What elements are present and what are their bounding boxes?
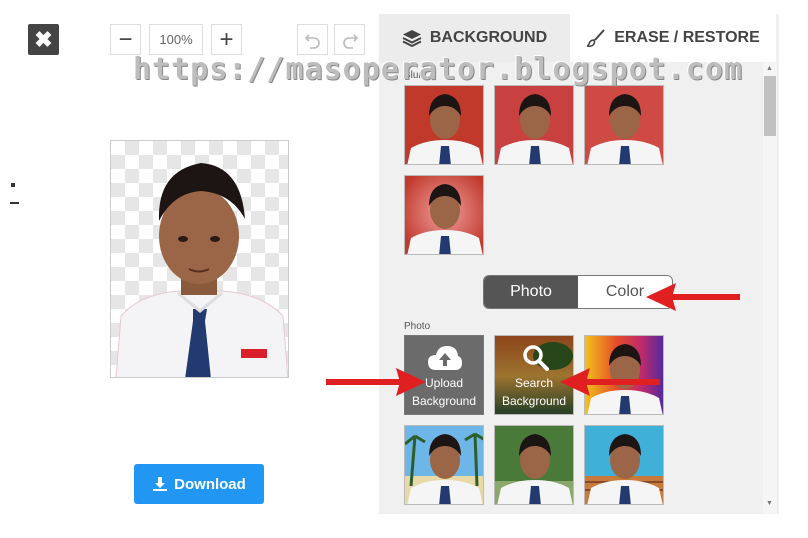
- search-icon: [523, 345, 549, 371]
- blur-photo: [405, 86, 483, 164]
- blur-thumb[interactable]: [404, 175, 484, 255]
- redo-icon: [342, 33, 358, 49]
- subject-photo: [115, 163, 288, 377]
- zoom-out-button[interactable]: −: [110, 24, 141, 55]
- photo-section-label: Photo: [404, 321, 431, 332]
- scroll-down-arrow-icon[interactable]: ▼: [766, 500, 773, 507]
- side-marker: [10, 202, 19, 204]
- download-icon: [153, 477, 168, 491]
- undo-icon: [304, 33, 320, 49]
- zoom-in-button[interactable]: +: [211, 24, 242, 55]
- undo-button[interactable]: [297, 24, 328, 55]
- background-option[interactable]: [404, 425, 484, 505]
- annotation-arrow-icon: [326, 368, 426, 396]
- tab-background-label: BACKGROUND: [429, 29, 548, 46]
- cloud-upload-icon: [428, 346, 462, 370]
- beach-background-photo: [405, 426, 483, 504]
- background-option[interactable]: [494, 425, 574, 505]
- blur-thumb[interactable]: [584, 85, 664, 165]
- zoom-level: 100%: [149, 24, 203, 55]
- blur-thumb[interactable]: [494, 85, 574, 165]
- blur-photo: [495, 86, 573, 164]
- tab-erase-label: ERASE / RESTORE: [614, 29, 760, 46]
- toggle-photo[interactable]: Photo: [484, 276, 578, 308]
- blur-thumb[interactable]: [404, 85, 484, 165]
- watermark-url: https://masoperator.blogspot.com: [133, 52, 743, 87]
- scroll-up-arrow-icon[interactable]: ▲: [766, 65, 773, 72]
- forest-background-photo: [495, 426, 573, 504]
- brush-icon: [587, 29, 605, 47]
- photo-preview: [110, 140, 289, 378]
- layers-icon: [402, 30, 422, 47]
- annotation-arrow-icon: [560, 368, 660, 396]
- download-label: Download: [174, 475, 246, 493]
- scrollbar-thumb[interactable]: [764, 76, 776, 136]
- background-option[interactable]: [584, 425, 664, 505]
- blur-photo: [585, 86, 663, 164]
- annotation-arrow-icon: [646, 283, 740, 311]
- pier-background-photo: [585, 426, 663, 504]
- redo-button[interactable]: [334, 24, 365, 55]
- download-button[interactable]: Download: [134, 464, 264, 504]
- close-button[interactable]: ✖: [28, 24, 59, 55]
- blur-photo: [405, 176, 483, 254]
- side-marker: [11, 183, 15, 187]
